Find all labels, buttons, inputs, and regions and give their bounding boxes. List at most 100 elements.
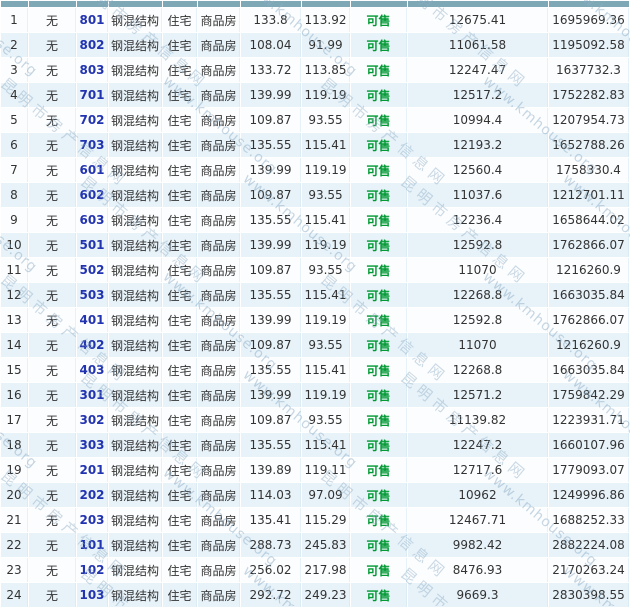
cell-limit: 无 xyxy=(29,108,76,132)
cell-use: 住宅 xyxy=(163,333,197,357)
cell-total-price: 1195092.58 xyxy=(549,33,629,57)
cell-area-inner: 115.41 xyxy=(302,208,350,232)
cell-type: 商品房 xyxy=(198,333,240,357)
cell-status: 可售 xyxy=(351,533,407,557)
room-link[interactable]: 203 xyxy=(79,513,104,527)
status-label: 可售 xyxy=(366,514,390,528)
room-link[interactable]: 501 xyxy=(79,238,104,252)
cell-total-price: 1688252.33 xyxy=(549,508,629,532)
cell-row-number: 15 xyxy=(1,358,28,382)
cell-unit-price: 12467.71 xyxy=(408,508,548,532)
cell-room: 402 xyxy=(77,333,108,357)
cell-unit-price: 11070 xyxy=(408,333,548,357)
cell-unit-price: 12247.47 xyxy=(408,58,548,82)
table-row: 19无201钢混结构住宅商品房139.89119.11可售12717.61779… xyxy=(1,458,629,482)
cell-room: 803 xyxy=(77,58,108,82)
cell-structure: 钢混结构 xyxy=(109,433,162,457)
cell-unit-price: 12560.4 xyxy=(408,158,548,182)
cell-unit-price: 12268.8 xyxy=(408,358,548,382)
cell-row-number: 21 xyxy=(1,508,28,532)
cell-area-built: 108.04 xyxy=(241,33,301,57)
cell-status: 可售 xyxy=(351,333,407,357)
room-link[interactable]: 301 xyxy=(79,388,104,402)
cell-type: 商品房 xyxy=(198,58,240,82)
cell-room: 802 xyxy=(77,33,108,57)
cell-row-number: 24 xyxy=(1,583,28,607)
cell-unit-price: 10962 xyxy=(408,483,548,507)
cell-use: 住宅 xyxy=(163,283,197,307)
table-row: 10无501钢混结构住宅商品房139.99119.19可售12592.81762… xyxy=(1,233,629,257)
cell-row-number: 12 xyxy=(1,283,28,307)
cell-total-price: 1762866.07 xyxy=(549,308,629,332)
room-link[interactable]: 101 xyxy=(79,538,104,552)
cell-limit: 无 xyxy=(29,458,76,482)
table-row: 13无401钢混结构住宅商品房139.99119.19可售12592.81762… xyxy=(1,308,629,332)
table-row: 7无601钢混结构住宅商品房139.99119.19可售12560.417583… xyxy=(1,158,629,182)
room-link[interactable]: 402 xyxy=(79,338,104,352)
room-link[interactable]: 603 xyxy=(79,213,104,227)
room-link[interactable]: 302 xyxy=(79,413,104,427)
cell-type: 商品房 xyxy=(198,283,240,307)
cell-area-built: 109.87 xyxy=(241,408,301,432)
cell-limit: 无 xyxy=(29,533,76,557)
room-link[interactable]: 802 xyxy=(79,38,104,52)
cell-status: 可售 xyxy=(351,158,407,182)
cell-use: 住宅 xyxy=(163,258,197,282)
cell-structure: 钢混结构 xyxy=(109,208,162,232)
room-link[interactable]: 403 xyxy=(79,363,104,377)
cell-row-number: 1 xyxy=(1,8,28,32)
cell-structure: 钢混结构 xyxy=(109,133,162,157)
listing-table: 1无801钢混结构住宅商品房133.8113.92可售12675.4116959… xyxy=(0,0,630,608)
room-link[interactable]: 202 xyxy=(79,488,104,502)
cell-area-inner: 93.55 xyxy=(302,333,350,357)
cell-area-inner: 119.19 xyxy=(302,83,350,107)
cell-area-inner: 119.19 xyxy=(302,308,350,332)
room-link[interactable]: 103 xyxy=(79,588,104,602)
room-link[interactable]: 502 xyxy=(79,263,104,277)
room-link[interactable]: 803 xyxy=(79,63,104,77)
status-label: 可售 xyxy=(366,364,390,378)
cell-limit: 无 xyxy=(29,33,76,57)
room-link[interactable]: 801 xyxy=(79,13,104,27)
cell-limit: 无 xyxy=(29,408,76,432)
cell-type: 商品房 xyxy=(198,508,240,532)
cell-type: 商品房 xyxy=(198,383,240,407)
cell-row-number: 4 xyxy=(1,83,28,107)
cell-room: 202 xyxy=(77,483,108,507)
cell-unit-price: 12592.8 xyxy=(408,233,548,257)
header-row xyxy=(1,1,629,7)
room-link[interactable]: 503 xyxy=(79,288,104,302)
room-link[interactable]: 303 xyxy=(79,438,104,452)
cell-type: 商品房 xyxy=(198,458,240,482)
room-link[interactable]: 401 xyxy=(79,313,104,327)
status-label: 可售 xyxy=(366,214,390,228)
cell-limit: 无 xyxy=(29,308,76,332)
cell-limit: 无 xyxy=(29,183,76,207)
cell-total-price: 1660107.96 xyxy=(549,433,629,457)
room-link[interactable]: 601 xyxy=(79,163,104,177)
cell-row-number: 2 xyxy=(1,33,28,57)
cell-use: 住宅 xyxy=(163,183,197,207)
status-label: 可售 xyxy=(366,239,390,253)
room-link[interactable]: 703 xyxy=(79,138,104,152)
table-row: 17无302钢混结构住宅商品房109.8793.55可售11139.821223… xyxy=(1,408,629,432)
cell-status: 可售 xyxy=(351,408,407,432)
cell-total-price: 2170263.24 xyxy=(549,558,629,582)
cell-area-inner: 245.83 xyxy=(302,533,350,557)
cell-structure: 钢混结构 xyxy=(109,533,162,557)
room-link[interactable]: 102 xyxy=(79,563,104,577)
cell-status: 可售 xyxy=(351,208,407,232)
room-link[interactable]: 602 xyxy=(79,188,104,202)
cell-room: 401 xyxy=(77,308,108,332)
cell-total-price: 1223931.71 xyxy=(549,408,629,432)
cell-type: 商品房 xyxy=(198,358,240,382)
cell-room: 203 xyxy=(77,508,108,532)
header-cell xyxy=(77,1,108,7)
room-link[interactable]: 702 xyxy=(79,113,104,127)
cell-status: 可售 xyxy=(351,258,407,282)
room-link[interactable]: 201 xyxy=(79,463,104,477)
room-link[interactable]: 701 xyxy=(79,88,104,102)
cell-area-built: 133.72 xyxy=(241,58,301,82)
cell-area-inner: 93.55 xyxy=(302,183,350,207)
cell-limit: 无 xyxy=(29,258,76,282)
